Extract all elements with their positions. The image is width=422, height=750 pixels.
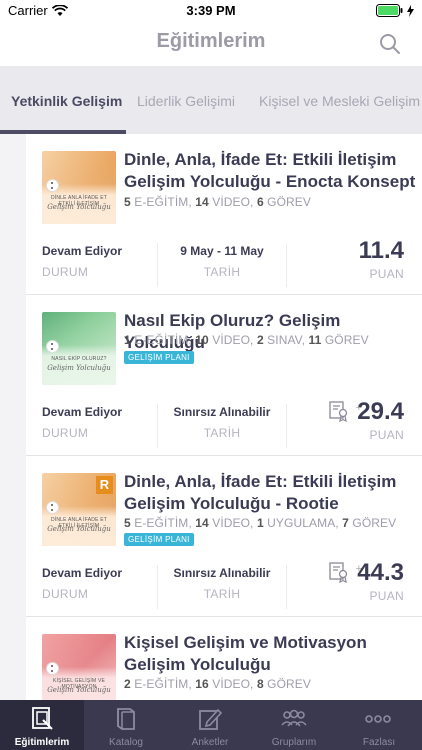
play-icon	[46, 179, 59, 192]
rootie-logo-icon: R	[96, 476, 113, 494]
status-bar: Carrier 3:39 PM	[0, 0, 422, 22]
date-column: Sınırsız Alınabilir TARİH	[157, 565, 287, 609]
date-column: Sınırsız Alınabilir TARİH	[157, 404, 287, 448]
status-value: Devam Ediyor	[42, 244, 123, 258]
date-value: Sınırsız Alınabilir	[173, 566, 271, 580]
status-value: Devam Ediyor	[42, 566, 123, 580]
course-card[interactable]: DİNLE ANLA İFADE ET ETKİLİ İLETİŞİM Geli…	[26, 134, 422, 295]
tabbar-item-anketler[interactable]: Anketler	[168, 700, 252, 750]
status-time: 3:39 PM	[186, 3, 236, 18]
tabbar-label: Gruplarım	[271, 737, 317, 748]
tabbar-label: Katalog	[109, 737, 143, 748]
course-title[interactable]: Dinle, Anla, İfade Et: Etkili İletişim G…	[124, 471, 416, 515]
status-column: Devam Ediyor DURUM	[42, 243, 156, 287]
certificate-icon	[329, 562, 348, 583]
thumbnail-subcaption: Gelişim Yolculuğu	[47, 686, 111, 694]
points-value: 29.4	[357, 398, 404, 425]
course-title[interactable]: Kişisel Gelişim ve Motivasyon Gelişim Yo…	[124, 632, 416, 676]
tabbar-item-egitimlerim[interactable]: Eğitimlerim	[0, 700, 84, 750]
tab-liderlik-gelisimi[interactable]: Liderlik Gelişimi	[137, 93, 235, 109]
date-label: TARİH	[203, 587, 241, 601]
course-thumbnail: DİNLE ANLA İFADE ET ETKİLİ İLETİŞİM Geli…	[42, 151, 116, 224]
navigation-bar: Eğitimlerim	[0, 22, 422, 66]
charging-icon	[407, 4, 414, 17]
tab-yetkinlik-gelisim[interactable]: Yetkinlik Gelişim	[11, 93, 122, 109]
tab-kisisel-mesleki-gelisim[interactable]: Kişisel ve Mesleki Gelişim	[259, 93, 420, 109]
status-label: DURUM	[42, 426, 89, 440]
development-plan-badge: GELİŞİM PLANI	[124, 533, 194, 546]
status-right	[376, 4, 414, 17]
date-column: 9 May - 11 May TARİH	[157, 243, 287, 287]
course-thumbnail: R DİNLE ANLA İFADE ET ETKİLİ İLETİŞİM Ge…	[42, 473, 116, 546]
groups-icon	[281, 709, 307, 727]
points-value: 11.4	[358, 237, 404, 264]
points-column: 11.4 PUAN	[288, 237, 404, 287]
thumbnail-caption: NASIL EKİP OLURUZ?	[51, 356, 107, 362]
battery-icon	[376, 4, 403, 17]
course-title[interactable]: Nasıl Ekip Oluruz? Gelişim Yolculuğu	[124, 310, 416, 354]
status-label: DURUM	[42, 265, 89, 279]
course-card[interactable]: KİŞİSEL GELİŞİM VE MOTİVASYON Gelişim Yo…	[26, 617, 422, 700]
tabbar-label: Anketler	[191, 737, 229, 748]
tabbar-label: Eğitimlerim	[14, 737, 70, 748]
points-label: PUAN	[369, 267, 404, 281]
date-label: TARİH	[203, 265, 241, 279]
courses-icon	[32, 707, 53, 730]
points-label: PUAN	[369, 589, 404, 603]
date-value: Sınırsız Alınabilir	[173, 405, 271, 419]
course-list[interactable]: DİNLE ANLA İFADE ET ETKİLİ İLETİŞİM Geli…	[0, 134, 422, 700]
thumbnail-subcaption: Gelişim Yolculuğu	[47, 525, 111, 533]
points-column: + 44.3 PUAN	[288, 559, 404, 609]
thumbnail-subcaption: Gelişim Yolculuğu	[47, 364, 111, 372]
course-card[interactable]: NASIL EKİP OLURUZ? Gelişim Yolculuğu Nas…	[26, 295, 422, 456]
search-icon[interactable]	[378, 32, 402, 56]
category-tabs: Yetkinlik Gelişim Liderlik Gelişimi Kişi…	[0, 66, 422, 134]
status-column: Devam Ediyor DURUM	[42, 565, 156, 609]
status-value: Devam Ediyor	[42, 405, 123, 419]
course-meta: 5 E-EĞİTİM, 14 VİDEO, 1 UYGULAMA, 7 GÖRE…	[124, 516, 397, 530]
catalog-book-icon	[117, 708, 135, 730]
course-card[interactable]: R DİNLE ANLA İFADE ET ETKİLİ İLETİŞİM Ge…	[26, 456, 422, 617]
development-plan-badge: GELİŞİM PLANI	[124, 351, 194, 364]
course-thumbnail: NASIL EKİP OLURUZ? Gelişim Yolculuğu	[42, 312, 116, 385]
course-meta: 1 E-EĞİTİM, 10 VİDEO, 2 SINAV, 11 GÖREV	[124, 333, 369, 347]
course-meta: 2 E-EĞİTİM, 16 VİDEO, 8 GÖREV	[124, 677, 311, 691]
course-title[interactable]: Dinle, Anla, İfade Et: Etkili İletişim G…	[124, 149, 416, 193]
play-icon	[46, 340, 59, 353]
list-left-gutter	[0, 134, 26, 700]
tabbar-label: Fazlası	[362, 737, 396, 748]
tabbar-item-gruplarim[interactable]: Gruplarım	[252, 700, 336, 750]
points-value: 44.3	[357, 559, 404, 586]
date-label: TARİH	[203, 426, 241, 440]
bottom-tab-bar: Eğitimlerim Katalog Anketler Gruplarım F…	[0, 700, 422, 750]
status-column: Devam Ediyor DURUM	[42, 404, 156, 448]
play-icon	[46, 501, 59, 514]
more-dots-icon	[365, 715, 391, 723]
page-title: Eğitimlerim	[156, 30, 266, 52]
course-meta: 5 E-EĞİTİM, 14 VİDEO, 6 GÖREV	[124, 195, 311, 209]
points-column: + 29.4 PUAN	[288, 398, 404, 448]
play-icon	[46, 662, 59, 675]
points-label: PUAN	[369, 428, 404, 442]
certificate-icon	[329, 401, 348, 422]
tabbar-item-katalog[interactable]: Katalog	[84, 700, 168, 750]
date-value: 9 May - 11 May	[180, 244, 264, 258]
thumbnail-subcaption: Gelişim Yolculuğu	[47, 203, 111, 211]
status-label: DURUM	[42, 587, 89, 601]
tabbar-item-fazlasi[interactable]: Fazlası	[336, 700, 422, 750]
course-thumbnail: KİŞİSEL GELİŞİM VE MOTİVASYON Gelişim Yo…	[42, 634, 116, 700]
survey-edit-icon	[199, 708, 223, 730]
